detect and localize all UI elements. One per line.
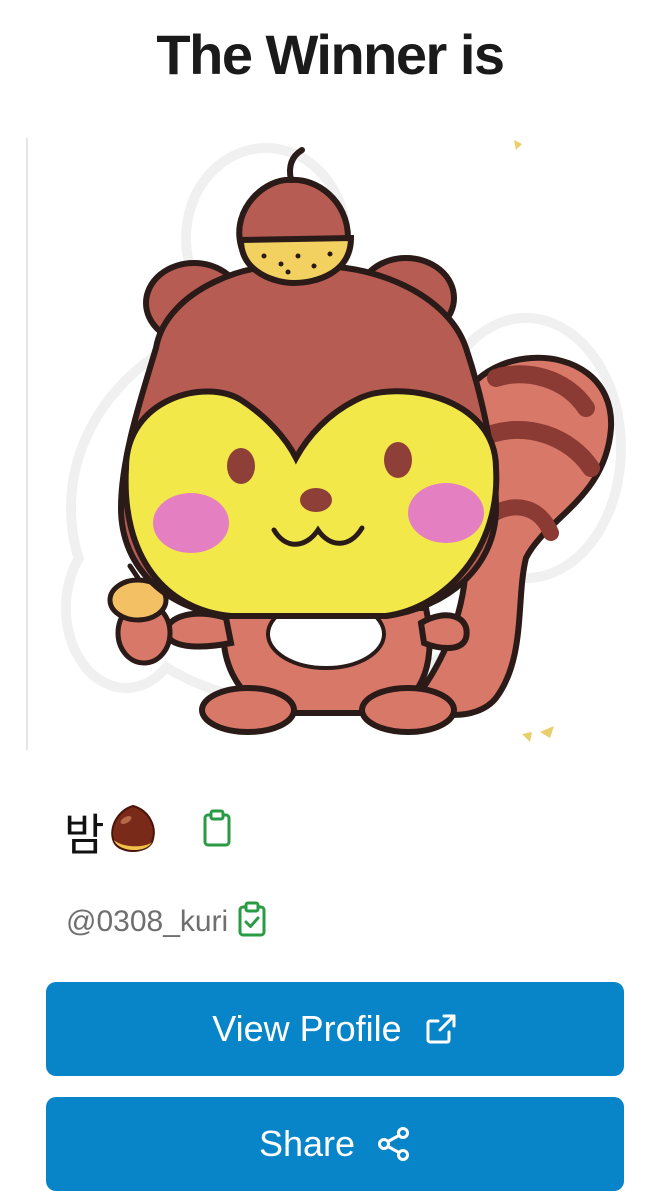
share-icon bbox=[377, 1126, 411, 1162]
copy-name-clipboard-icon[interactable] bbox=[200, 809, 234, 854]
copy-handle-clipboard-check-icon[interactable] bbox=[236, 901, 268, 944]
winner-name-row: 밤 bbox=[64, 798, 234, 864]
share-label: Share bbox=[258, 1123, 356, 1164]
view-profile-button[interactable]: View Profile bbox=[46, 982, 624, 1076]
view-profile-label: View Profile bbox=[212, 1008, 402, 1049]
chestnut-emoji-icon bbox=[106, 802, 160, 861]
winner-avatar bbox=[26, 138, 626, 750]
page-title: The Winner is bbox=[156, 23, 505, 86]
winner-handle-row: @0308_kuri bbox=[66, 898, 268, 946]
winner-display-name: 밤 bbox=[64, 810, 105, 861]
winner-handle: @0308_kuri bbox=[66, 905, 229, 938]
share-button[interactable]: Share bbox=[46, 1097, 624, 1191]
external-link-icon bbox=[424, 1012, 458, 1046]
squirrel-illustration bbox=[61, 140, 626, 742]
